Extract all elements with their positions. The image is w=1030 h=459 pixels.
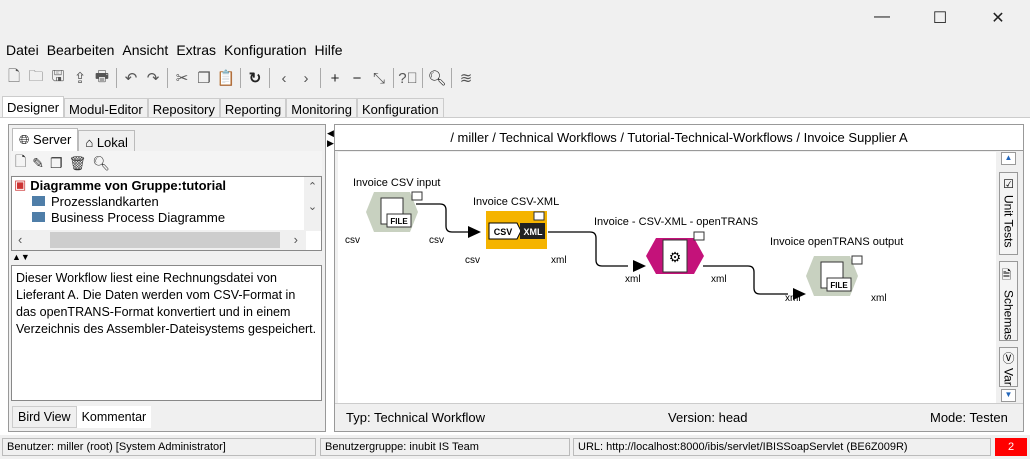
svg-text:XML: XML xyxy=(524,227,544,237)
group-folder-icon: ▣ xyxy=(14,177,27,192)
tab-lokal[interactable]: ⌂ Lokal xyxy=(78,130,135,152)
port-label: xml xyxy=(785,293,801,304)
tree-item[interactable]: Prozesslandkarten xyxy=(12,193,321,209)
node-label: Invoice CSV input xyxy=(353,177,441,189)
file-input-node: FILE xyxy=(366,191,423,232)
converter-node: CSV XML xyxy=(486,211,547,249)
collapse-arrows[interactable]: ◀ ▶ xyxy=(327,128,334,148)
tab-var[interactable]: Ⓥ Var xyxy=(999,347,1018,387)
main-toolbar: 🗋 🗀 🖫 ⇪ 🖶 ↶ ↷ ✂ ❐ 📋 ↻ ‹ › + − ⤡ ?⃝ 🔍︎ ≋ xyxy=(3,66,477,90)
new-icon[interactable]: 🗋 xyxy=(3,66,25,91)
status-user: Benutzer: miller (root) [System Administ… xyxy=(2,438,316,456)
tree-item[interactable]: Business Process Diagramme xyxy=(12,209,321,225)
forward-icon[interactable]: › xyxy=(295,70,317,87)
tree-toolbar: 🗋 ✎ ❐ 🗑︎ 🔍︎ xyxy=(11,151,322,175)
side-scroll-down[interactable]: ▼ xyxy=(1001,389,1016,402)
zoom-out-icon[interactable]: − xyxy=(346,70,368,87)
node-label: Invoice openTRANS output xyxy=(770,236,904,248)
svg-text:FILE: FILE xyxy=(830,281,848,290)
svg-text:CSV: CSV xyxy=(494,227,513,237)
port-label: xml xyxy=(625,274,641,285)
search-icon[interactable]: 🔍︎ xyxy=(426,69,448,87)
node-label: Invoice CSV-XML xyxy=(473,196,560,208)
svg-text:FILE: FILE xyxy=(390,217,408,226)
node-label: Invoice - CSV-XML - openTRANS xyxy=(594,216,759,228)
port-label: csv xyxy=(465,255,480,266)
menu-extras[interactable]: Extras xyxy=(176,42,216,58)
schema-icon: 🗎 xyxy=(1001,266,1015,287)
copy-icon[interactable]: ❐ xyxy=(193,69,215,87)
notification-badge[interactable]: 2 xyxy=(995,438,1027,456)
port-label: xml xyxy=(551,255,567,266)
new-icon[interactable]: 🗋 xyxy=(15,151,26,175)
menu-ansicht[interactable]: Ansicht xyxy=(122,42,168,58)
maximize-button[interactable]: ☐ xyxy=(920,8,960,30)
save-icon[interactable]: 🖫 xyxy=(47,66,69,91)
diagram-canvas[interactable]: FILE CSV XML ⚙ FILE Invoice CSV input cs… xyxy=(338,152,996,403)
variable-icon: Ⓥ xyxy=(1001,352,1015,364)
undo-icon[interactable]: ↶ xyxy=(120,69,142,87)
port-label: csv xyxy=(429,235,444,246)
zoom-in-icon[interactable]: + xyxy=(324,70,346,87)
comment-text[interactable]: Dieser Workflow liest eine Rechnungsdate… xyxy=(11,265,322,401)
check-icon: ☑ xyxy=(1001,177,1016,191)
tab-schemas[interactable]: 🗎 Schemas xyxy=(999,261,1018,341)
delete-icon[interactable]: 🗑︎ xyxy=(69,155,87,172)
status-url: URL: http://localhost:8000/ibis/servlet/… xyxy=(573,438,991,456)
mapper-node: ⚙ xyxy=(646,231,705,274)
svg-text:⚙: ⚙ xyxy=(669,249,682,265)
menu-konfiguration[interactable]: Konfiguration xyxy=(224,42,307,58)
horizontal-scrollbar[interactable]: ‹ › xyxy=(12,230,306,250)
search-icon[interactable]: 🔍︎ xyxy=(92,155,110,172)
tab-bird-view[interactable]: Bird View xyxy=(12,406,77,428)
wifi-icon[interactable]: ≋ xyxy=(455,69,477,87)
tab-unit-tests[interactable]: ☑ Unit Tests xyxy=(999,172,1018,255)
side-scroll-up[interactable]: ▲ xyxy=(1001,152,1016,165)
export-icon[interactable]: ⇪ xyxy=(69,69,91,87)
port-label: xml xyxy=(871,293,887,304)
menu-datei[interactable]: Datei xyxy=(6,42,39,58)
home-icon: ⌂ xyxy=(85,135,94,150)
folder-icon xyxy=(32,196,45,206)
cut-icon[interactable]: ✂ xyxy=(171,69,193,87)
tab-kommentar[interactable]: Kommentar xyxy=(76,406,152,428)
tree-root[interactable]: ▣ Diagramme von Gruppe:tutorial xyxy=(12,177,321,193)
folder-icon xyxy=(32,212,45,222)
refresh-icon[interactable]: ↻ xyxy=(244,69,266,87)
back-icon[interactable]: ‹ xyxy=(273,70,295,87)
open-icon[interactable]: 🗀 xyxy=(25,66,47,91)
vertical-scrollbar[interactable]: ⌃ ⌄ xyxy=(304,177,321,231)
edit-icon[interactable]: ✎ xyxy=(32,155,44,172)
menu-bar: Datei Bearbeiten Ansicht Extras Konfigur… xyxy=(6,42,343,58)
connector xyxy=(416,203,468,233)
workflow-type: Typ: Technical Workflow xyxy=(346,410,485,425)
print-icon[interactable]: 🖶 xyxy=(91,66,113,91)
port-label: xml xyxy=(711,274,727,285)
breadcrumb: / miller / Technical Workflows / Tutoria… xyxy=(335,125,1023,151)
status-group: Benutzergruppe: inubit IS Team xyxy=(320,438,570,456)
workflow-mode: Mode: Testen xyxy=(930,410,1008,425)
workflow-version: Version: head xyxy=(668,410,748,425)
port-label: csv xyxy=(345,235,360,246)
splitter-arrows[interactable]: ▲▼ xyxy=(12,252,30,262)
menu-hilfe[interactable]: Hilfe xyxy=(315,42,343,58)
minimize-button[interactable]: — xyxy=(862,8,902,30)
redo-icon[interactable]: ↷ xyxy=(142,69,164,87)
paste-icon[interactable]: 📋 xyxy=(215,69,237,87)
globe-icon: 🌐︎ xyxy=(19,132,30,147)
fit-icon[interactable]: ⤡ xyxy=(368,70,390,87)
file-output-node: FILE xyxy=(806,255,863,296)
help-icon[interactable]: ?⃝ xyxy=(397,70,419,87)
close-button[interactable]: ✕ xyxy=(978,8,1018,30)
tab-server[interactable]: 🌐︎ Server xyxy=(12,128,79,152)
diagram-tree: ▣ Diagramme von Gruppe:tutorial Prozessla… xyxy=(11,176,322,251)
menu-bearbeiten[interactable]: Bearbeiten xyxy=(47,42,115,58)
copy-icon[interactable]: ❐ xyxy=(50,155,63,172)
